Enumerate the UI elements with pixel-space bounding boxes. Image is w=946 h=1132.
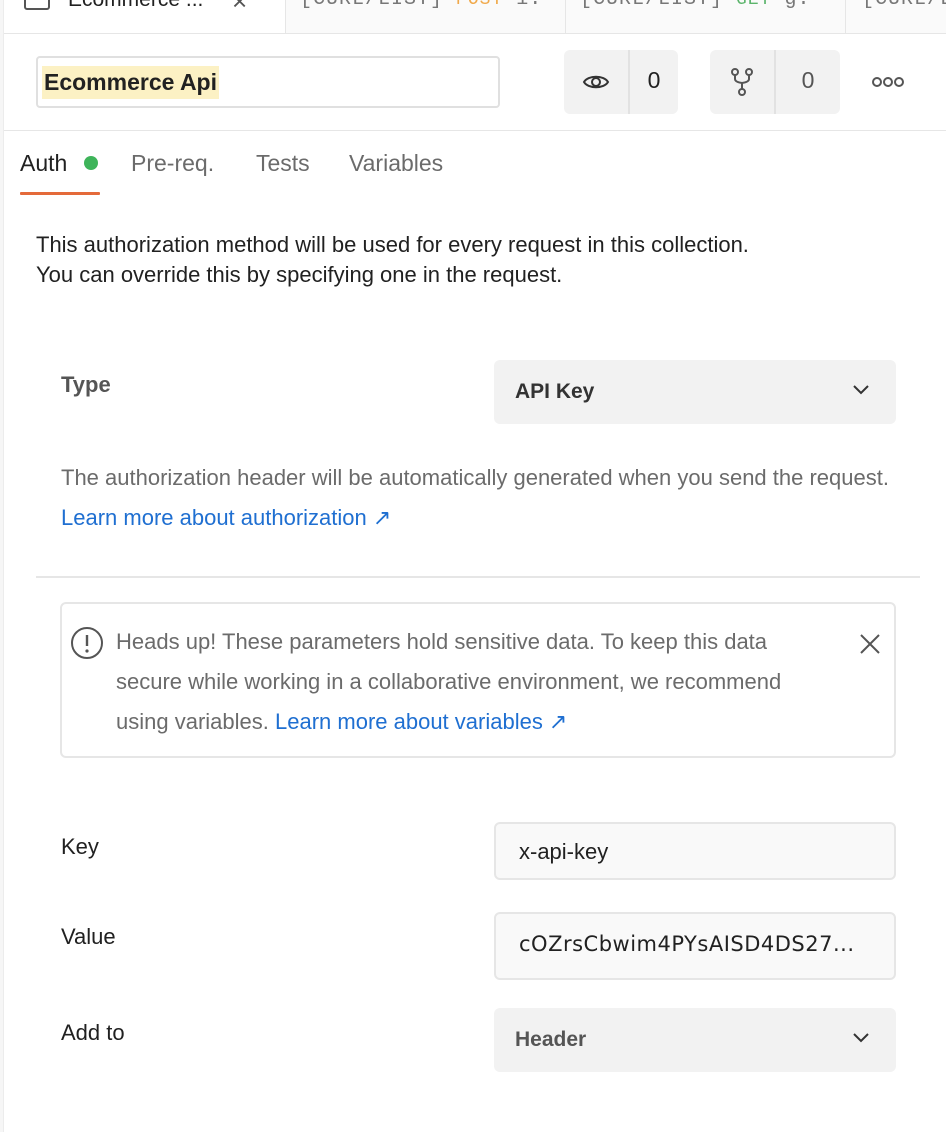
method-badge-get: GET xyxy=(736,0,772,10)
active-tab-indicator xyxy=(20,192,100,195)
request-tab-strip: Ecommerce ... × [CURL/LIST] POST i. [CUR… xyxy=(4,0,946,34)
chevron-down-icon xyxy=(853,1033,869,1043)
tab-ecommerce-api[interactable]: Ecommerce ... × xyxy=(4,0,286,33)
add-to-select[interactable]: Header xyxy=(494,1008,896,1072)
close-icon[interactable] xyxy=(858,632,882,656)
value-input[interactable]: cOZrsCbwim4PYsAISD4DS27... xyxy=(494,912,896,980)
header-divider xyxy=(4,130,946,131)
key-label: Key xyxy=(61,834,99,859)
collection-icon xyxy=(24,0,50,10)
auth-description-line1: This authorization method will be used f… xyxy=(36,232,749,257)
fork-button[interactable]: 0 xyxy=(710,50,840,114)
eye-icon xyxy=(582,75,610,89)
method-badge-post: POST xyxy=(456,0,504,10)
type-label: Type xyxy=(61,372,111,397)
auth-description-line2: You can override this by specifying one … xyxy=(36,262,563,287)
tab-prefix: [CURL/LIST] xyxy=(300,0,443,11)
add-to-value: Header xyxy=(515,1028,587,1051)
section-divider xyxy=(36,576,920,578)
fork-icon xyxy=(731,68,753,96)
auth-status-dot xyxy=(84,156,98,170)
tab-title: Ecommerce ... xyxy=(68,0,203,12)
panel-left-edge xyxy=(0,0,4,1132)
value-label: Value xyxy=(61,924,116,949)
watch-button[interactable]: 0 xyxy=(564,50,678,114)
auth-description: This authorization method will be used f… xyxy=(36,230,916,290)
watch-count[interactable]: 0 xyxy=(630,67,678,94)
chevron-down-icon xyxy=(853,385,869,395)
collection-name-input[interactable]: Ecommerce Api xyxy=(36,56,500,108)
tab-tests[interactable]: Tests xyxy=(256,150,310,177)
learn-more-variables-link[interactable]: Learn more about variables ↗ xyxy=(275,709,567,734)
tab-curl-list-get[interactable]: [CURL/LIST] GET g. xyxy=(574,0,846,33)
info-alert-icon xyxy=(71,627,103,659)
auth-type-select[interactable]: API Key xyxy=(494,360,896,424)
tab-pre-request[interactable]: Pre-req. xyxy=(131,150,214,177)
tab-prefix: [CURL/LI xyxy=(862,0,946,11)
key-input[interactable]: x-api-key xyxy=(494,822,896,880)
more-options-icon[interactable] xyxy=(866,64,910,100)
tab-auth[interactable]: Auth xyxy=(20,150,67,177)
learn-more-authorization-link[interactable]: Learn more about authorization ↗ xyxy=(61,505,391,530)
collection-name: Ecommerce Api xyxy=(42,66,219,99)
tab-curl-list-partial[interactable]: [CURL/LI xyxy=(856,0,946,33)
tab-prefix: [CURL/LIST] xyxy=(580,0,723,11)
auth-help-body: The authorization header will be automat… xyxy=(61,465,889,490)
auth-type-value: API Key xyxy=(515,380,595,403)
tab-suffix: i. xyxy=(516,0,542,11)
key-input-value: x-api-key xyxy=(519,839,609,864)
fork-count[interactable]: 0 xyxy=(776,67,840,94)
notice-text: Heads up! These parameters hold sensitiv… xyxy=(116,622,836,742)
auth-help-text: The authorization header will be automat… xyxy=(61,458,901,538)
close-icon[interactable]: × xyxy=(232,0,247,17)
add-to-label: Add to xyxy=(61,1020,125,1045)
tab-variables[interactable]: Variables xyxy=(349,150,443,177)
tab-curl-list-post[interactable]: [CURL/LIST] POST i. xyxy=(294,0,566,33)
value-input-value: cOZrsCbwim4PYsAISD4DS27... xyxy=(519,932,855,956)
sensitive-data-notice: Heads up! These parameters hold sensitiv… xyxy=(60,602,896,758)
tab-suffix: g. xyxy=(784,0,810,11)
